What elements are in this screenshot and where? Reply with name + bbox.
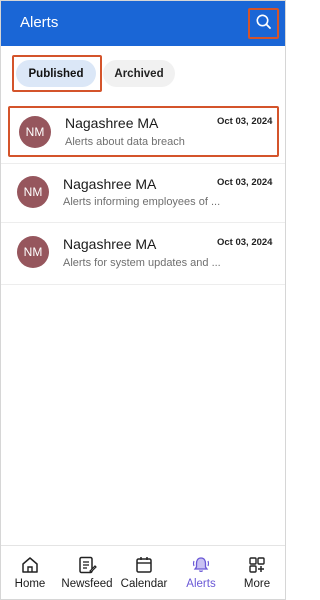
nav-alerts[interactable]: Alerts: [179, 546, 223, 599]
nav-label: Newsfeed: [61, 578, 113, 590]
divider: [1, 284, 285, 285]
alert-list-item[interactable]: NM Nagashree MA Oct 03, 2024 Alerts info…: [1, 164, 285, 224]
nav-label: Calendar: [120, 578, 168, 590]
app-frame: Alerts Published Archived NM Nagashree M…: [0, 0, 286, 600]
alert-description: Alerts about data breach: [65, 136, 185, 148]
bottom-navigation: Home Newsfeed Calendar Alerts More: [1, 545, 285, 599]
nav-label: Alerts: [186, 578, 216, 590]
nav-home[interactable]: Home: [7, 546, 53, 599]
avatar: NM: [17, 236, 49, 268]
alert-list-item[interactable]: NM Nagashree MA Oct 03, 2024 Alerts abou…: [1, 102, 285, 162]
app-header: Alerts: [1, 1, 285, 46]
bell-icon: [191, 555, 211, 575]
avatar: NM: [17, 176, 49, 208]
newsfeed-icon: [77, 555, 97, 575]
nav-label: Home: [14, 578, 46, 590]
alert-list-item[interactable]: NM Nagashree MA Oct 03, 2024 Alerts for …: [1, 223, 285, 283]
calendar-icon: [134, 555, 154, 575]
tab-bar: Published Archived: [1, 46, 285, 102]
alert-sender-name: Nagashree MA: [63, 236, 157, 252]
alert-sender-name: Nagashree MA: [65, 115, 159, 131]
alert-date: Oct 03, 2024: [217, 116, 273, 127]
avatar: NM: [19, 116, 51, 148]
tab-archived[interactable]: Archived: [103, 60, 175, 87]
tab-published[interactable]: Published: [16, 60, 96, 87]
more-icon: [247, 555, 267, 575]
home-icon: [20, 555, 40, 575]
alert-description: Alerts informing employees of ...: [63, 196, 221, 208]
alert-date: Oct 03, 2024: [217, 237, 273, 248]
nav-label: More: [243, 578, 271, 590]
nav-more[interactable]: More: [235, 546, 279, 599]
nav-calendar[interactable]: Calendar: [117, 546, 171, 599]
alert-sender-name: Nagashree MA: [63, 176, 157, 192]
nav-newsfeed[interactable]: Newsfeed: [59, 546, 115, 599]
search-button[interactable]: [248, 8, 279, 39]
search-icon: [255, 13, 272, 35]
alert-date: Oct 03, 2024: [217, 177, 273, 188]
alert-description: Alerts for system updates and ...: [63, 257, 221, 269]
page-title: Alerts: [20, 14, 59, 31]
